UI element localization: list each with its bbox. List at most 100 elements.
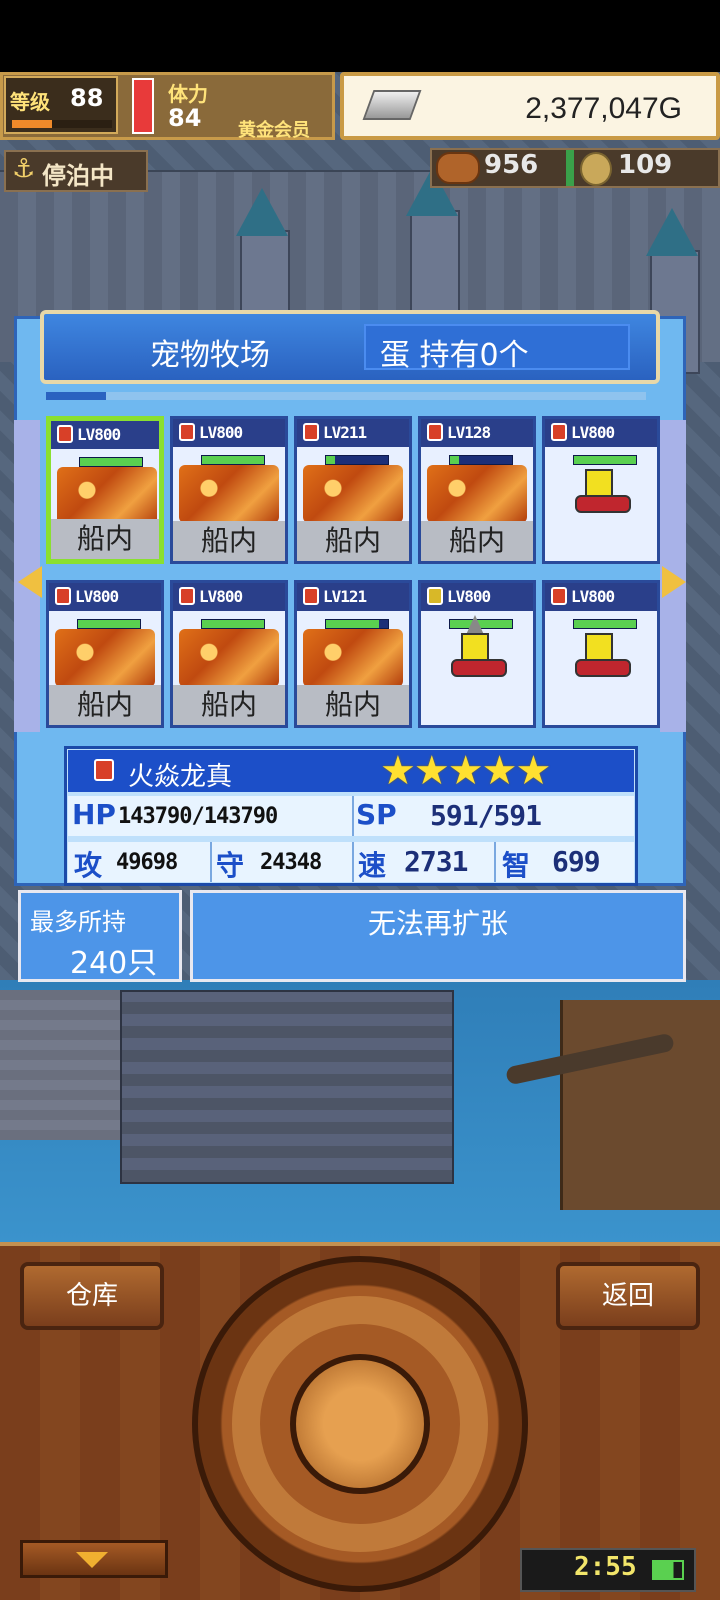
pet-level: LV800 xyxy=(77,425,121,444)
stamina-gauge xyxy=(132,78,154,134)
dragon-sprite xyxy=(303,629,403,687)
intelligence-value: 699 xyxy=(552,845,601,878)
stat-divider xyxy=(352,842,354,882)
thunder-element-icon xyxy=(427,587,443,605)
ship-hull xyxy=(560,1000,720,1210)
robot-head xyxy=(461,633,489,661)
member-label: 黄金会员 xyxy=(238,120,310,141)
tower-roof xyxy=(236,188,288,236)
pet-hp-bar xyxy=(449,455,513,465)
robot-body xyxy=(575,495,631,513)
resource-a-value: 956 xyxy=(484,150,539,180)
fire-element-icon xyxy=(303,423,319,441)
page-left-arrow-icon[interactable] xyxy=(18,566,42,598)
pet-level: LV800 xyxy=(571,423,615,442)
fire-element-icon xyxy=(179,423,195,441)
defense-value: 24348 xyxy=(260,850,322,875)
warehouse-button[interactable]: 仓库 xyxy=(20,1262,164,1330)
robot-sprite xyxy=(575,469,631,519)
pet-status: 船内 xyxy=(200,524,257,557)
chevron-down-icon xyxy=(76,1552,108,1568)
drill-robot-sprite xyxy=(451,615,507,683)
back-button[interactable]: 返回 xyxy=(556,1262,700,1330)
pet-hp-fill xyxy=(450,456,460,464)
robot-body xyxy=(575,659,631,677)
clock: 2:55 xyxy=(574,1552,637,1582)
scrollbar-thumb[interactable] xyxy=(46,392,106,400)
dragon-sprite xyxy=(55,629,155,687)
stat-divider xyxy=(352,796,354,836)
speed-value: 2731 xyxy=(404,845,468,878)
level-progress-fill xyxy=(12,120,52,128)
pet-card[interactable]: LV121 船内 xyxy=(294,580,412,728)
resource-b-value: 109 xyxy=(618,150,673,180)
capacity-value: 240只 xyxy=(70,946,158,981)
battery-icon xyxy=(652,1560,684,1580)
sp-label: SP xyxy=(356,798,397,831)
expand-label: 无法再扩张 xyxy=(367,907,508,940)
pet-hp-bar xyxy=(201,455,265,465)
pet-hp-bar xyxy=(573,619,637,629)
wheel-center-button[interactable] xyxy=(290,1354,430,1494)
pet-card[interactable]: LV800 船内 xyxy=(46,580,164,728)
fire-element-icon xyxy=(55,587,71,605)
robot-sprite xyxy=(575,633,631,683)
pet-level: LV211 xyxy=(323,423,367,442)
pet-card[interactable]: LV800 船内 xyxy=(170,580,288,728)
pet-hp-fill xyxy=(78,620,140,628)
pet-hp-fill xyxy=(202,456,264,464)
pet-card[interactable]: LV800 xyxy=(542,416,660,564)
hp-label: HP xyxy=(72,798,116,831)
fire-element-icon xyxy=(303,587,319,605)
pet-hp-bar xyxy=(201,619,265,629)
dragon-sprite xyxy=(303,465,403,523)
dragon-sprite xyxy=(427,465,527,523)
pet-status: 船内 xyxy=(324,524,381,557)
stat-divider xyxy=(494,842,496,882)
pet-hp-bar xyxy=(77,619,141,629)
tower-roof xyxy=(646,208,698,256)
dragon-sprite xyxy=(179,465,279,523)
pet-level: LV800 xyxy=(447,587,491,606)
pet-card[interactable]: LV211 船内 xyxy=(294,416,412,564)
pet-card[interactable]: LV128 船内 xyxy=(418,416,536,564)
coin-icon xyxy=(580,152,612,186)
pet-hp-fill xyxy=(574,620,636,628)
attack-label: 攻 xyxy=(74,849,103,882)
egg-count-label: 蛋 持有0个 xyxy=(380,338,529,373)
capacity-label: 最多所持 xyxy=(30,908,126,936)
pet-status: 船内 xyxy=(324,688,381,721)
panel-title: 宠物牧场 xyxy=(150,338,270,373)
sp-value: 591/591 xyxy=(430,799,542,832)
pet-card[interactable]: LV800 xyxy=(418,580,536,728)
pet-list-scrollbar[interactable] xyxy=(46,392,646,400)
pet-level: LV800 xyxy=(571,587,615,606)
defense-label: 守 xyxy=(216,849,245,882)
fire-element-icon xyxy=(94,759,114,781)
pet-name: 火焱龙真 xyxy=(128,762,233,792)
dragon-sprite xyxy=(179,629,279,687)
robot-head xyxy=(585,469,613,497)
pet-card[interactable]: LV800 船内 xyxy=(46,416,164,564)
stone-pier xyxy=(120,990,454,1184)
stamina-value: 84 xyxy=(168,104,202,132)
pet-hp-fill xyxy=(326,620,379,628)
fire-element-icon xyxy=(179,587,195,605)
pet-hp-bar xyxy=(325,455,389,465)
page-right-arrow-icon[interactable] xyxy=(662,566,686,598)
pet-status: 船内 xyxy=(76,688,133,721)
robot-body xyxy=(451,659,507,677)
pet-hp-fill xyxy=(80,458,142,466)
pet-card[interactable]: LV800 xyxy=(542,580,660,728)
level-label: 等级 xyxy=(10,90,50,114)
pet-level: LV800 xyxy=(199,587,243,606)
pet-hp-bar xyxy=(79,457,143,467)
gold-value: 2,377,047G xyxy=(525,92,682,125)
level-progress-bar xyxy=(12,120,112,128)
pet-hp-bar xyxy=(325,619,389,629)
fire-element-icon xyxy=(57,425,73,443)
pet-card[interactable]: LV800 船内 xyxy=(170,416,288,564)
pet-status: 船内 xyxy=(76,522,133,555)
anchor-icon: ⚓ xyxy=(12,154,36,184)
stamina-label: 体力 xyxy=(168,82,208,106)
